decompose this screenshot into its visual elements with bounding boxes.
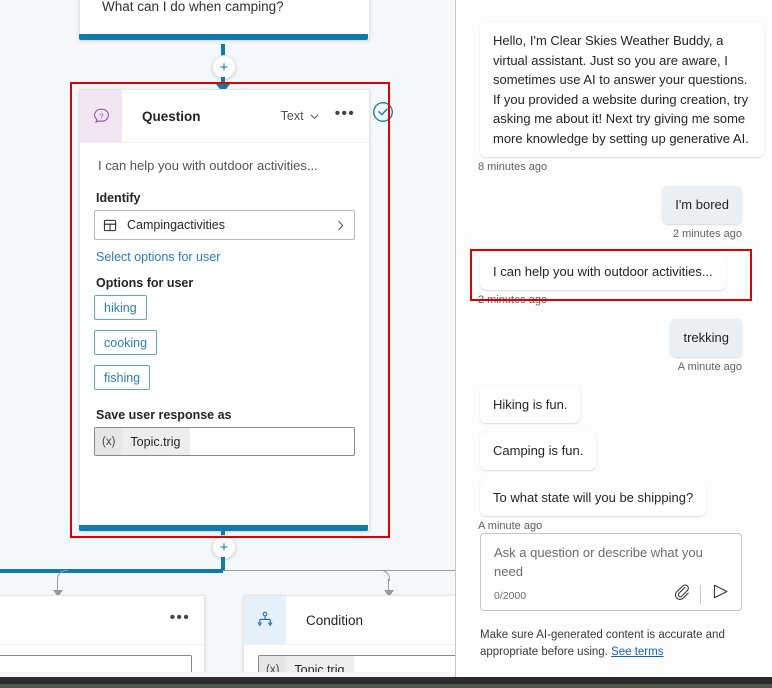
options-list: hiking cooking fishing <box>94 295 355 400</box>
chat-bubble: I can help you with outdoor activities..… <box>480 252 726 290</box>
select-options-link[interactable]: Select options for user <box>96 250 355 264</box>
trigger-phrase-2: What can I do when camping? <box>102 0 284 14</box>
branch-bus-left <box>0 569 223 573</box>
question-node-title: Question <box>142 108 201 124</box>
condition-branch-icon <box>244 596 286 644</box>
chat-message-bot: Hello, I'm Clear Skies Weather Buddy, a … <box>480 22 772 157</box>
chat-message-bot: Hiking is fun. <box>480 385 772 423</box>
chat-bubble: trekking <box>670 319 742 357</box>
chat-message-list[interactable]: Hello, I'm Clear Skies Weather Buddy, a … <box>456 0 772 612</box>
chat-message-bot: Camping is fun. <box>480 432 772 470</box>
entity-name: Campingactivities <box>127 218 225 232</box>
chat-bubble: Hello, I'm Clear Skies Weather Buddy, a … <box>480 22 764 157</box>
chat-bubble: I'm bored <box>662 186 742 224</box>
chat-timestamp: 8 minutes ago <box>478 161 548 173</box>
variable-name: Topic.trig <box>122 428 191 455</box>
question-node-more-menu[interactable]: ••• <box>335 105 355 123</box>
ai-disclaimer: Make sure AI-generated content is accura… <box>480 627 746 661</box>
entity-picker[interactable]: Campingactivities <box>94 210 355 240</box>
condition-node[interactable]: Condition (x) Topic.trig <box>243 595 456 677</box>
chat-bubble: Camping is fun. <box>480 432 597 470</box>
test-chat-panel[interactable]: Hello, I'm Clear Skies Weather Buddy, a … <box>456 0 772 677</box>
options-for-user-label: Options for user <box>96 276 194 290</box>
paperclip-icon[interactable] <box>673 583 690 605</box>
chat-message-user: I'm bored <box>456 186 742 224</box>
authoring-canvas[interactable]: What activities can I do outdoors? What … <box>0 0 456 677</box>
chat-bubble: Hiking is fun. <box>480 385 581 423</box>
chat-input-placeholder[interactable]: Ask a question or describe what you need <box>494 543 728 581</box>
add-node-button-2[interactable]: + <box>212 535 236 559</box>
chat-composer[interactable]: Ask a question or describe what you need… <box>480 533 742 611</box>
chat-char-counter: 0/2000 <box>494 590 527 602</box>
identify-label: Identify <box>96 191 141 205</box>
chat-timestamp: 2 minutes ago <box>672 227 742 240</box>
variable-prefix-icon: (x) <box>95 428 123 455</box>
condition-node-title: Condition <box>306 612 364 628</box>
condition-node-header: Condition <box>244 596 456 645</box>
svg-text:?: ? <box>99 111 103 120</box>
option-chip[interactable]: cooking <box>94 330 158 355</box>
question-node[interactable]: ? Question Text ••• I can help you with … <box>79 89 370 531</box>
branch-bus-right <box>223 570 456 571</box>
add-node-button-1[interactable]: + <box>212 55 236 79</box>
send-icon[interactable] <box>711 582 730 606</box>
window-bottom-edge <box>0 684 772 688</box>
option-chip[interactable]: fishing <box>94 365 151 390</box>
chat-timestamp: A minute ago <box>478 520 543 532</box>
trigger-node[interactable]: What activities can I do outdoors? What … <box>79 0 370 40</box>
chat-composer-wrap: Ask a question or describe what you need… <box>456 533 772 611</box>
chat-composer-icons <box>673 582 730 606</box>
save-response-variable-field[interactable]: (x) Topic.trig <box>94 427 355 456</box>
ai-disclaimer-text: Make sure AI-generated content is accura… <box>480 629 725 658</box>
response-type-label: Text <box>280 109 304 123</box>
question-prompt-text[interactable]: I can help you with outdoor activities..… <box>94 143 355 187</box>
chevron-down-icon <box>310 113 319 119</box>
app-window: What activities can I do outdoors? What … <box>0 0 772 688</box>
chat-message-bot: I can help you with outdoor activities..… <box>480 252 772 290</box>
trigger-node-accent <box>79 34 368 40</box>
left-partial-node-more-menu[interactable]: ••• <box>170 609 190 627</box>
save-response-label: Save user response as <box>96 408 232 422</box>
left-partial-node-title: tion <box>0 613 160 628</box>
entity-grid-icon <box>103 219 117 231</box>
chevron-right-icon <box>338 220 344 230</box>
question-node-body: I can help you with outdoor activities..… <box>80 143 369 456</box>
left-partial-node-header: tion ••• <box>0 596 204 645</box>
chat-timestamp: 2 minutes ago <box>478 294 548 306</box>
check-circle-icon[interactable] <box>372 101 394 128</box>
chat-message-user: trekking <box>456 319 742 357</box>
chat-bubble: To what state will you be shipping? <box>480 478 707 516</box>
question-bubble-icon: ? <box>80 90 122 142</box>
option-chip[interactable]: hiking <box>94 295 147 320</box>
chat-timestamp: A minute ago <box>677 360 742 373</box>
composer-icon-separator <box>700 584 701 604</box>
response-type-dropdown[interactable]: Text <box>281 109 320 123</box>
see-terms-link[interactable]: See terms <box>611 646 663 658</box>
chat-message-bot: To what state will you be shipping? <box>480 478 772 516</box>
question-node-header: ? Question Text ••• <box>80 90 369 143</box>
left-partial-node[interactable]: tion ••• rig <box>0 595 205 677</box>
branch-corner-left <box>57 570 68 581</box>
